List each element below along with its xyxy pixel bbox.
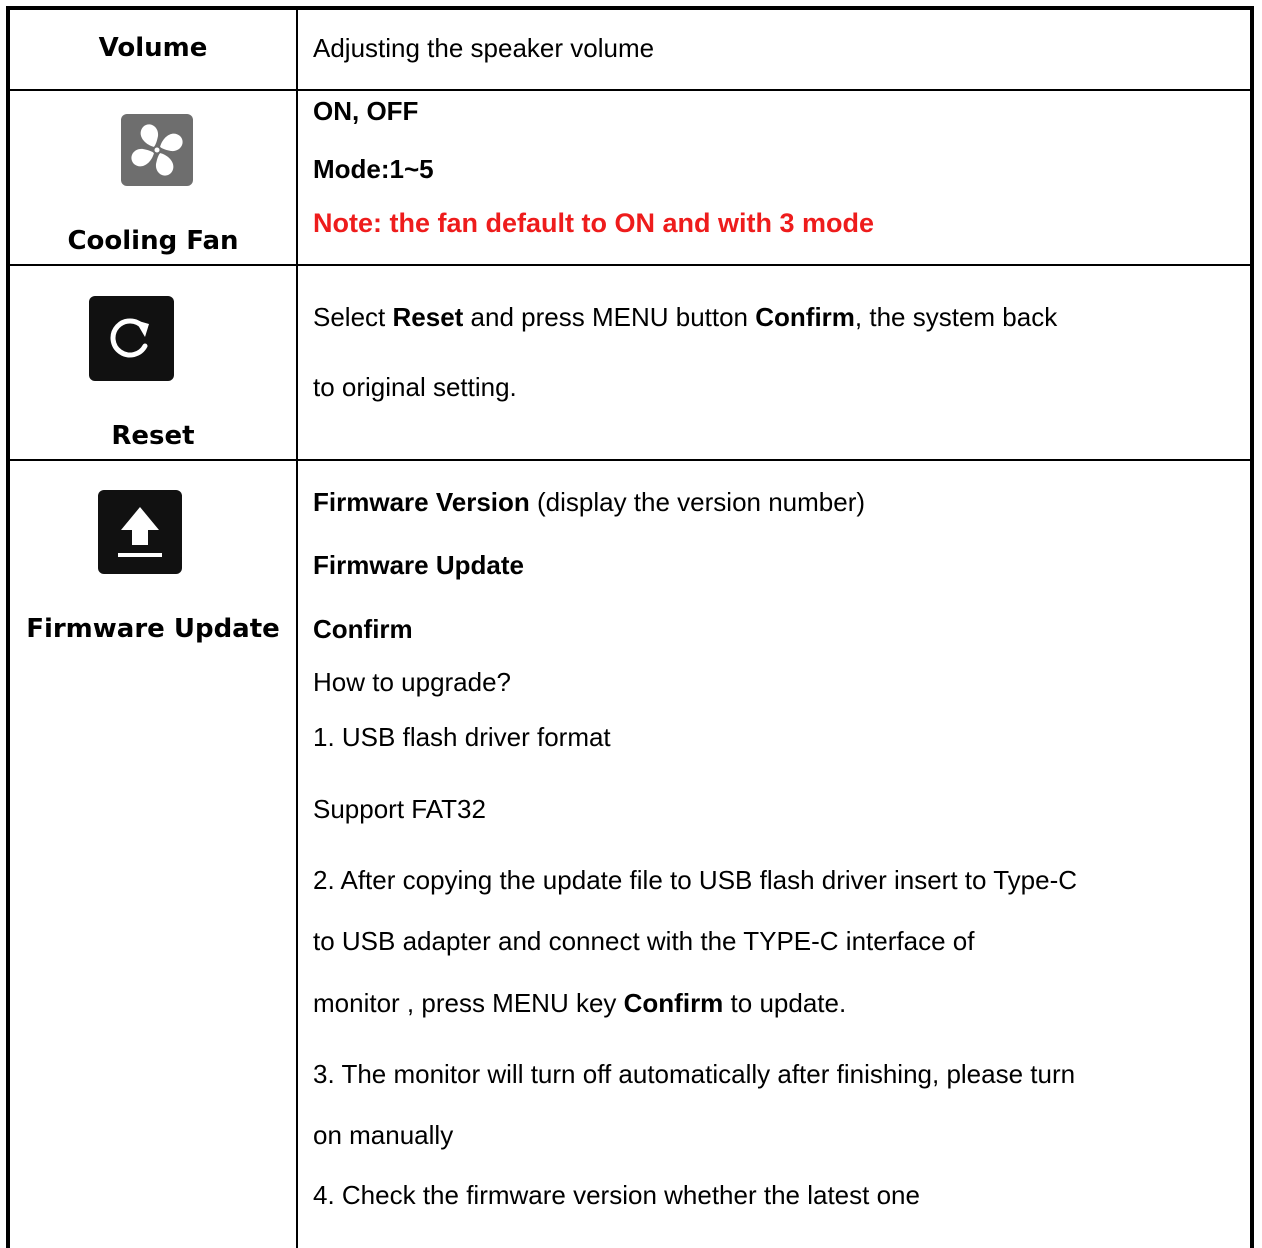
reset-text-pre: Select [313, 302, 393, 332]
reset-text-bold-reset: Reset [392, 302, 464, 332]
volume-description: Adjusting the speaker volume [313, 33, 655, 63]
reset-icon [89, 296, 174, 381]
step-2-line3-post: to update. [723, 988, 847, 1018]
step-2-line3-bold: Confirm [623, 988, 724, 1018]
step-2-line3: monitor , press MENU key Confirm to upda… [313, 988, 846, 1019]
firmware-confirm-option: Confirm [313, 614, 413, 644]
fan-default-note: Note: the fan default to ON and with 3 m… [313, 208, 875, 238]
table-border-top [6, 6, 1254, 10]
table-border-right [1250, 6, 1254, 1248]
reset-text-bold-confirm: Confirm [755, 302, 855, 332]
step-3-line2: on manually [313, 1120, 454, 1150]
step-3-line1: 3. The monitor will turn off automatical… [313, 1059, 1076, 1089]
row-divider [10, 264, 1250, 266]
step-2-line3-pre: monitor , press MENU key [313, 988, 624, 1018]
step-2-line2: to USB adapter and connect with the TYPE… [313, 926, 975, 956]
reset-description-line2: to original setting. [313, 372, 517, 402]
upload-icon [98, 490, 182, 574]
settings-table: Volume Adjusting the speaker volume Cool… [0, 0, 1262, 1248]
volume-label: Volume [98, 33, 208, 63]
support-fat32: Support FAT32 [313, 794, 486, 824]
column-divider [296, 10, 298, 1248]
manual-page: Volume Adjusting the speaker volume Cool… [0, 0, 1262, 1248]
reset-text-mid: and press MENU button [463, 302, 756, 332]
fan-mode: Mode:1~5 [313, 154, 434, 184]
firmware-version-rest: (display the version number) [529, 487, 866, 517]
reset-text-post: , the system back [854, 302, 1058, 332]
fan-icon [121, 114, 193, 186]
step-2-line1: 2. After copying the update file to USB … [313, 865, 1078, 895]
firmware-version-line: Firmware Version (display the version nu… [313, 487, 865, 518]
firmware-update-option: Firmware Update [313, 550, 524, 580]
firmware-update-label: Firmware Update [26, 614, 280, 644]
cooling-fan-label: Cooling Fan [67, 226, 239, 256]
firmware-version-bold: Firmware Version [313, 487, 530, 517]
step-4: 4. Check the firmware version whether th… [313, 1180, 920, 1210]
reset-label: Reset [111, 421, 195, 451]
row-divider [10, 459, 1250, 461]
row-divider [10, 89, 1250, 91]
reset-description-line1: Select Reset and press MENU button Confi… [313, 302, 1057, 333]
fan-on-off: ON, OFF [313, 96, 419, 126]
step-1: 1. USB flash driver format [313, 722, 611, 752]
how-to-upgrade: How to upgrade? [313, 667, 512, 697]
